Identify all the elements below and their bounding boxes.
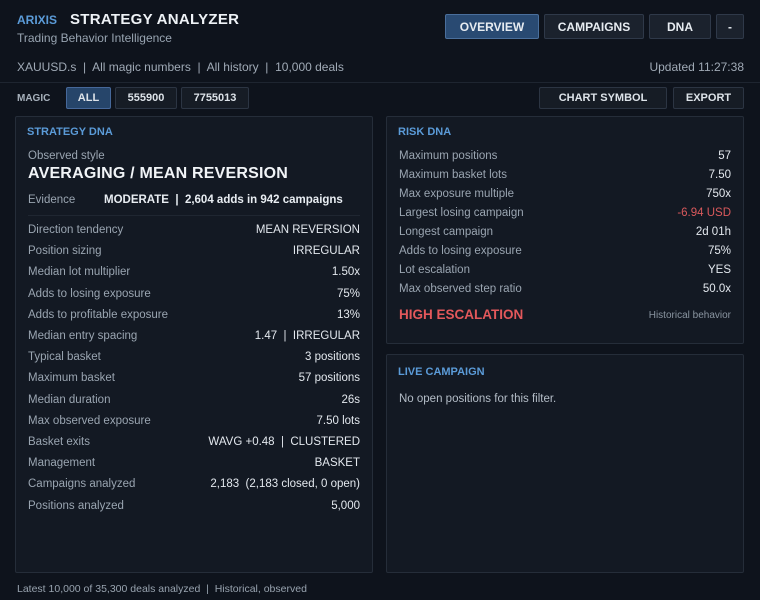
risk-row-label: Max observed step ratio <box>399 283 522 295</box>
strategy-row-label: Median lot multiplier <box>28 266 131 279</box>
strategy-row-value: 7.50 lots <box>316 414 360 427</box>
strategy-row: Position sizing IRREGULAR <box>28 243 360 259</box>
risk-verdict-note: Historical behavior <box>648 310 731 321</box>
evidence-label: Evidence <box>28 194 76 206</box>
strategy-row-label: Adds to profitable exposure <box>28 308 169 321</box>
risk-row-label: Lot escalation <box>399 264 470 276</box>
strategy-row-value: 13% <box>336 308 360 321</box>
minimize-button[interactable]: - <box>716 14 744 39</box>
strategy-row-label: Max observed exposure <box>28 414 151 427</box>
risk-row: Maximum positions 57 <box>399 148 731 164</box>
chart-symbol-button[interactable]: CHART SYMBOL <box>539 87 667 109</box>
strategy-row-label: Adds to losing exposure <box>28 287 151 300</box>
strategy-row: Median duration 26s <box>28 392 360 408</box>
strategy-row-label: Positions analyzed <box>28 499 124 512</box>
strategy-row: Direction tendency MEAN REVERSION <box>28 222 360 238</box>
strategy-divider <box>28 215 360 216</box>
strategy-row: Median lot multiplier 1.50x <box>28 264 360 280</box>
strategy-row-label: Typical basket <box>28 351 101 364</box>
risk-row-value: 7.50 <box>708 169 731 181</box>
risk-row-label: Longest campaign <box>399 226 493 238</box>
risk-row-value: 50.0x <box>702 283 731 295</box>
risk-row: Adds to losing exposure 75% <box>399 243 731 259</box>
strategy-row-value: 1.47 | IRREGULAR <box>254 330 360 342</box>
strategy-dna-title: STRATEGY DNA <box>27 126 113 138</box>
strategy-row: Positions analyzed 5,000 <box>28 498 360 514</box>
risk-row-value: YES <box>707 264 731 276</box>
risk-row-label: Adds to losing exposure <box>399 245 522 257</box>
strategy-row-value: 26s <box>341 393 360 406</box>
risk-row-value: 750x <box>706 188 731 200</box>
evidence-value: MODERATE | 2,604 adds in 942 campaigns <box>104 194 343 206</box>
strategy-row: Median entry spacing 1.47 | IRREGULAR <box>28 328 360 344</box>
strategy-row-label: Median duration <box>28 393 111 406</box>
strategy-row: Maximum basket 57 positions <box>28 370 360 386</box>
strategy-row-label: Median entry spacing <box>28 330 138 342</box>
strategy-row: Campaigns analyzed 2,183 (2,183 closed, 0… <box>28 476 360 492</box>
live-campaign-title: LIVE CAMPAIGN <box>398 366 485 378</box>
strategy-row-value: 5,000 <box>331 499 360 512</box>
strategy-row-value: 1.50x <box>331 266 360 279</box>
observed-style-value: AVERAGING / MEAN REVERSION <box>28 165 289 182</box>
risk-row-value: 2d 01h <box>695 226 731 238</box>
risk-row: Largest losing campaign -6.94 USD <box>399 205 731 221</box>
filter-summary: XAUUSD.s | All magic numbers | All histo… <box>17 60 344 74</box>
magic-chip-7755013[interactable]: 7755013 <box>181 87 249 109</box>
risk-row: Lot escalation YES <box>399 262 731 278</box>
risk-row-value: -6.94 USD <box>677 207 731 219</box>
strategy-row-value: MEAN REVERSION <box>255 224 360 236</box>
strategy-row-label: Maximum basket <box>28 372 115 385</box>
nav-overview-button[interactable]: OVERVIEW <box>445 14 539 39</box>
strategy-row-label: Basket exits <box>28 436 90 448</box>
observed-style-label: Observed style <box>28 150 105 162</box>
risk-dna-title: RISK DNA <box>398 126 452 138</box>
risk-row: Maximum basket lots 7.50 <box>399 167 731 183</box>
strategy-row-label: Position sizing <box>28 245 102 258</box>
risk-row-label: Largest losing campaign <box>399 207 524 219</box>
strategy-dna-panel: STRATEGY DNA Observed style AVERAGING / … <box>15 116 373 573</box>
risk-row-label: Maximum positions <box>399 150 498 162</box>
strategy-row-label: Campaigns analyzed <box>28 478 136 491</box>
live-campaign-panel: LIVE CAMPAIGN No open positions for this… <box>386 354 744 573</box>
strategy-row: Management BASKET <box>28 455 360 471</box>
magic-label: MAGIC <box>17 93 51 104</box>
risk-row-label: Max exposure multiple <box>399 188 515 200</box>
strategy-row-label: Management <box>28 457 96 470</box>
risk-row: Max exposure multiple 750x <box>399 186 731 202</box>
risk-row-value: 75% <box>707 245 731 257</box>
risk-row: Max observed step ratio 50.0x <box>399 281 731 297</box>
strategy-row-value: 2,183 (2,183 closed, 0 open) <box>210 478 360 491</box>
strategy-row-value: BASKET <box>314 457 360 470</box>
app-subtitle: Trading Behavior Intelligence <box>17 31 172 45</box>
magic-chip-all[interactable]: ALL <box>66 87 111 109</box>
strategy-row-value: 57 positions <box>298 372 360 385</box>
top-nav: OVERVIEW CAMPAIGNS DNA - <box>445 14 744 39</box>
brand-logo: ARIXIS <box>17 13 58 27</box>
risk-row-value: 57 <box>718 150 731 162</box>
footer-status: Latest 10,000 of 35,300 deals analyzed |… <box>17 583 307 595</box>
strategy-row-label: Direction tendency <box>28 224 124 236</box>
strategy-row-value: 3 positions <box>305 351 360 364</box>
strategy-row-value: 75% <box>336 287 360 300</box>
live-campaign-empty-message: No open positions for this filter. <box>399 393 557 405</box>
evidence-row: Evidence MODERATE | 2,604 adds in 942 ca… <box>28 194 343 206</box>
updated-timestamp: Updated 11:27:38 <box>649 60 744 74</box>
nav-campaigns-button[interactable]: CAMPAIGNS <box>544 14 644 39</box>
strategy-row: Adds to losing exposure 75% <box>28 286 360 302</box>
strategy-row: Typical basket 3 positions <box>28 349 360 365</box>
app-title: STRATEGY ANALYZER <box>70 11 240 28</box>
header-divider <box>0 82 760 83</box>
strategy-row: Adds to profitable exposure 13% <box>28 307 360 323</box>
export-button[interactable]: EXPORT <box>673 87 744 109</box>
risk-dna-panel: RISK DNA Maximum positions 57 Maximum bask… <box>386 116 744 344</box>
strategy-row-value: WAVG +0.48 | CLUSTERED <box>208 436 360 448</box>
strategy-row-value: IRREGULAR <box>292 245 360 258</box>
risk-row-label: Maximum basket lots <box>399 169 508 181</box>
strategy-row: Basket exits WAVG +0.48 | CLUSTERED <box>28 434 360 450</box>
strategy-row: Max observed exposure 7.50 lots <box>28 413 360 429</box>
magic-chip-555900[interactable]: 555900 <box>115 87 177 109</box>
nav-dna-button[interactable]: DNA <box>649 14 711 39</box>
risk-row: Longest campaign 2d 01h <box>399 224 731 240</box>
risk-verdict: HIGH ESCALATION <box>399 307 524 322</box>
